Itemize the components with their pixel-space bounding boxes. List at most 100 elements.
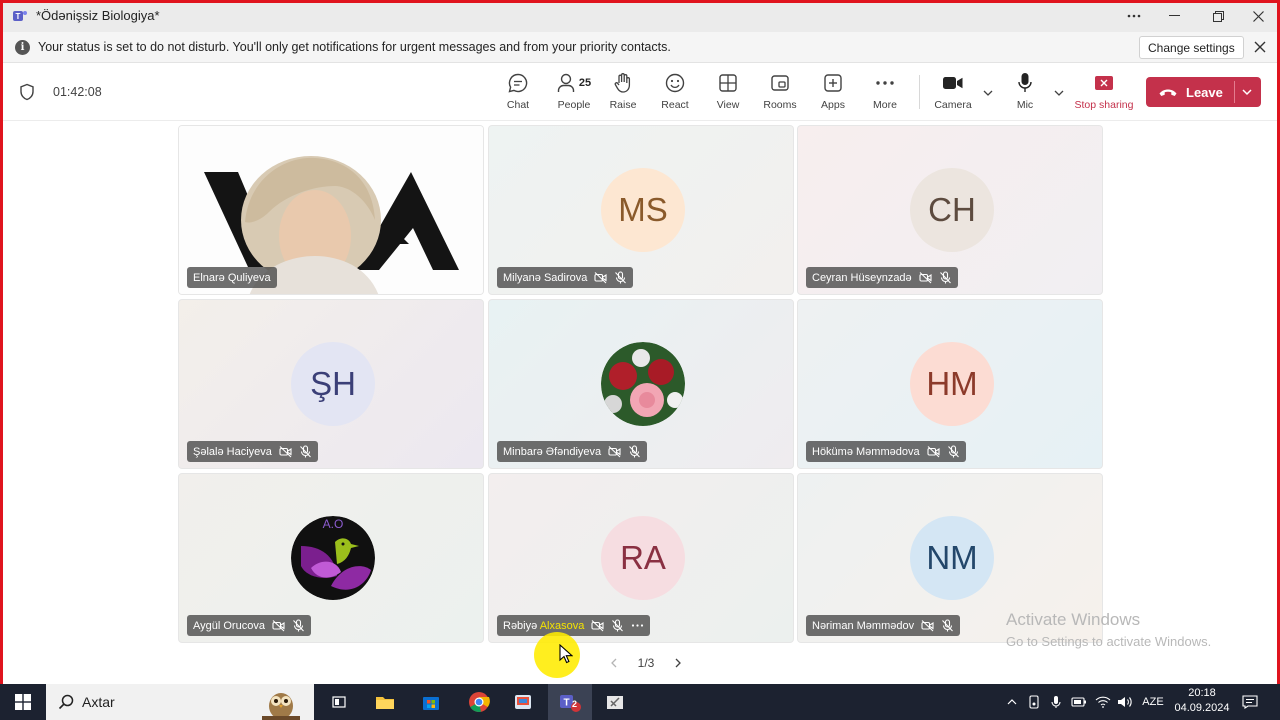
mic-off-icon xyxy=(629,445,641,458)
meeting-timer: 01:42:08 xyxy=(53,85,102,99)
close-notification-icon[interactable] xyxy=(1249,36,1271,58)
previous-page-icon[interactable] xyxy=(609,657,619,669)
participant-nameplate: Nəriman Məmmədov xyxy=(806,615,961,636)
camera-icon xyxy=(940,71,966,95)
teams-icon: T xyxy=(560,695,581,712)
chrome-button[interactable] xyxy=(460,684,498,720)
next-page-icon[interactable] xyxy=(673,657,683,669)
tray-item[interactable] xyxy=(1070,684,1088,720)
more-options-icon[interactable] xyxy=(1114,4,1154,28)
notification-message: Your status is set to do not disturb. Yo… xyxy=(38,40,671,54)
participant-tile[interactable]: Minbarə Əfəndiyeva xyxy=(488,299,794,469)
clock-date: 04.09.2024 xyxy=(1174,702,1230,714)
participant-tile[interactable]: A.O Aygül Orucova xyxy=(178,473,484,643)
search-icon xyxy=(58,694,74,710)
react-button[interactable]: React xyxy=(649,71,701,117)
svg-text:T: T xyxy=(16,12,21,21)
grid-view-icon xyxy=(715,71,741,95)
participant-nameplate: Minbarə Əfəndiyeva xyxy=(497,441,648,462)
store-button[interactable] xyxy=(414,684,448,720)
close-window-button[interactable] xyxy=(1238,4,1278,28)
mic-off-icon xyxy=(299,445,311,458)
document-app-icon xyxy=(607,696,623,709)
activate-windows-watermark: Activate Windows Go to Settings to activ… xyxy=(1006,610,1211,649)
meeting-toolbar: 01:42:08 Chat 25 People Raise React View xyxy=(3,63,1277,121)
raise-hand-button[interactable]: Raise xyxy=(597,71,649,117)
stop-sharing-button[interactable]: Stop sharing xyxy=(1073,71,1135,117)
minimize-button[interactable] xyxy=(1154,4,1194,28)
taskbar-search[interactable]: Axtar xyxy=(46,684,314,720)
leave-label: Leave xyxy=(1186,84,1223,100)
notification-center-button[interactable] xyxy=(1238,684,1262,720)
avatar: RA xyxy=(601,516,685,600)
tray-item[interactable] xyxy=(1116,684,1134,720)
avatar: ŞH xyxy=(291,342,375,426)
store-icon xyxy=(423,697,439,710)
participant-tile[interactable]: ŞH Şəlalə Haciyeva xyxy=(178,299,484,469)
participant-tile[interactable]: Elnarə Quliyeva xyxy=(178,125,484,295)
task-view-icon xyxy=(332,696,346,708)
avatar: CH xyxy=(910,168,994,252)
participant-name: Rəbiyə Alxasova xyxy=(503,620,584,632)
clock-time: 20:18 xyxy=(1188,687,1216,699)
participant-last-name: Alxasova xyxy=(539,619,585,632)
mic-options-chevron-icon[interactable] xyxy=(1052,87,1066,99)
leave-options-chevron-icon[interactable] xyxy=(1240,85,1254,99)
raise-label: Raise xyxy=(609,99,637,111)
notification-center-icon xyxy=(1242,695,1258,709)
start-button[interactable] xyxy=(4,684,42,720)
participant-tile[interactable]: RA Rəbiyə Alxasova xyxy=(488,473,794,643)
rooms-button[interactable]: Rooms xyxy=(754,71,806,117)
chat-button[interactable]: Chat xyxy=(492,71,544,117)
more-actions-button[interactable]: More xyxy=(859,71,911,117)
language-indicator[interactable]: AZE xyxy=(1138,684,1168,720)
tray-item[interactable] xyxy=(1026,684,1042,720)
restore-button[interactable] xyxy=(1198,4,1238,28)
camera-button[interactable]: Camera xyxy=(927,71,979,117)
view-button[interactable]: View xyxy=(702,71,754,117)
camera-options-chevron-icon[interactable] xyxy=(981,87,995,99)
mouse-pointer-icon xyxy=(559,644,573,664)
change-settings-button[interactable]: Change settings xyxy=(1139,36,1244,59)
cursor-highlight xyxy=(534,632,580,678)
participant-tile[interactable]: CH Ceyran Hüseynzadə xyxy=(797,125,1103,295)
system-clock[interactable]: 20:18 04.09.2024 xyxy=(1172,686,1232,716)
avatar: HM xyxy=(910,342,994,426)
gallery-pager: 1/3 xyxy=(609,654,683,672)
leave-button[interactable]: Leave xyxy=(1146,77,1261,107)
mic-button[interactable]: Mic xyxy=(999,71,1051,117)
mic-off-icon xyxy=(939,271,951,284)
participant-more-options-icon[interactable] xyxy=(631,619,644,632)
tray-item[interactable] xyxy=(1048,684,1064,720)
tray-item[interactable] xyxy=(1094,684,1112,720)
people-button[interactable]: 25 People xyxy=(546,71,602,117)
task-view-button[interactable] xyxy=(322,684,356,720)
page-indicator: 1/3 xyxy=(637,656,655,670)
participant-gallery: Elnarə Quliyeva MS Milyanə Sadirova CH C… xyxy=(3,121,1277,682)
participant-name: Ceyran Hüseynzadə xyxy=(812,271,912,284)
participant-tile[interactable]: MS Milyanə Sadirova xyxy=(488,125,794,295)
view-label: View xyxy=(716,99,740,111)
participant-name: Hökümə Məmmədova xyxy=(812,445,920,458)
file-explorer-button[interactable] xyxy=(368,684,402,720)
camera-label: Camera xyxy=(934,99,972,111)
pinned-app-button[interactable] xyxy=(598,684,632,720)
rooms-label: Rooms xyxy=(763,99,797,111)
wifi-icon xyxy=(1095,696,1111,708)
camera-off-icon xyxy=(272,620,285,632)
owl-search-decoration-icon xyxy=(262,693,300,720)
show-hidden-icons-button[interactable] xyxy=(1004,684,1020,720)
participant-tile[interactable]: HM Hökümə Məmmədova xyxy=(797,299,1103,469)
participant-name: Aygül Orucova xyxy=(193,619,265,632)
snipping-tool-button[interactable] xyxy=(506,684,540,720)
rooms-icon xyxy=(767,71,793,95)
camera-off-icon xyxy=(279,446,292,458)
mic-off-icon xyxy=(615,271,627,284)
participant-name: Minbarə Əfəndiyeva xyxy=(503,445,602,458)
teams-taskbar-button[interactable]: T 2 xyxy=(548,684,592,720)
profile-photo-bird: A.O xyxy=(291,516,375,600)
volume-icon xyxy=(1118,697,1132,707)
apps-button[interactable]: Apps xyxy=(807,71,859,117)
camera-off-icon xyxy=(919,272,932,284)
add-app-icon xyxy=(820,71,846,95)
